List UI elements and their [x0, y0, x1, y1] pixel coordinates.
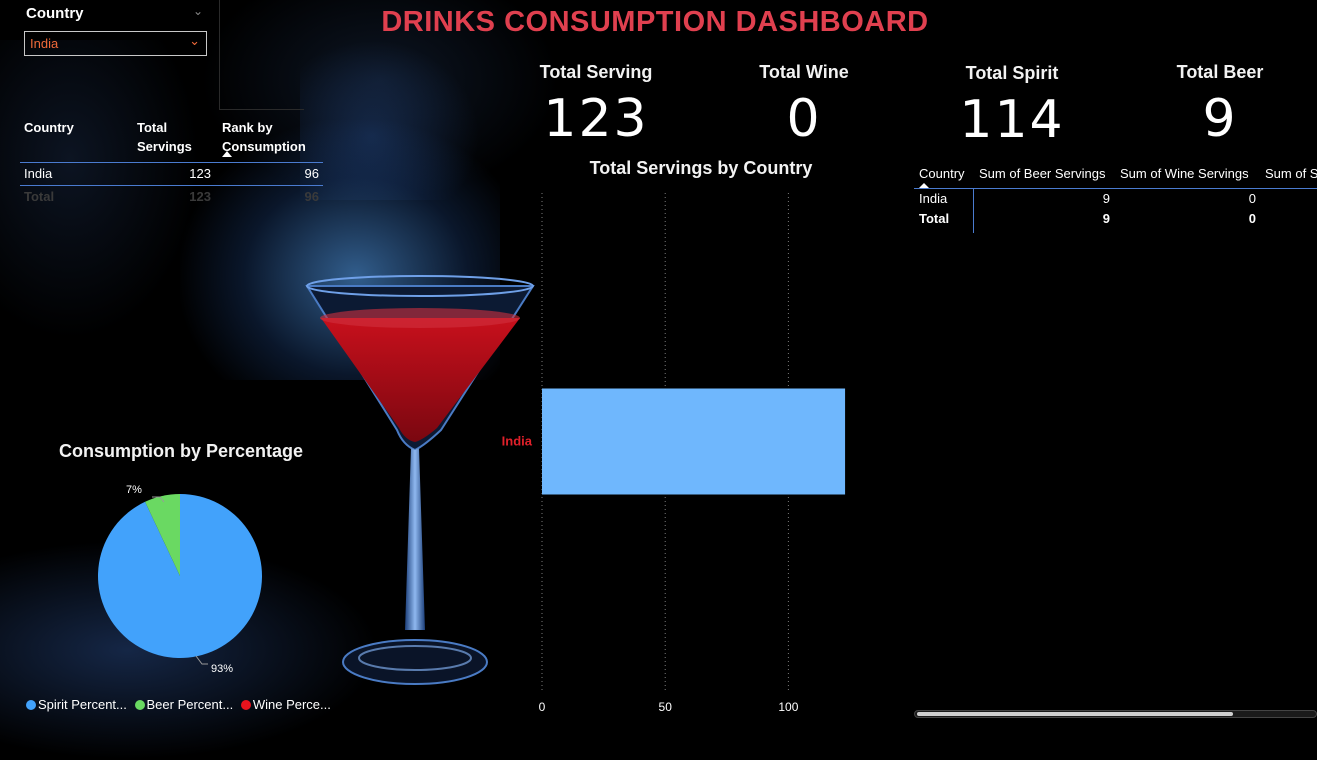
cell-total-servings: 123 — [189, 189, 211, 204]
cell-rank: 96 — [304, 166, 319, 181]
servings-matrix-table: Country Sum of Beer Servings Sum of Wine… — [914, 163, 1317, 243]
bar-chart: 0 50 100 India — [502, 193, 846, 714]
cell-beer: 9 — [1102, 191, 1110, 206]
legend-label: Wine Perce... — [252, 697, 331, 712]
x-tick-label: 100 — [778, 700, 798, 714]
column-header-rank[interactable]: Rank by Consumption — [222, 118, 322, 156]
kpi-total-wine: Total Wine 0 — [728, 62, 880, 149]
leader-line — [195, 655, 208, 665]
kpi-value: 114 — [959, 90, 1065, 150]
column-header-beer[interactable]: Sum of Beer Servings — [979, 166, 1105, 181]
pie-chart-title: Consumption by Percentage — [58, 441, 304, 461]
bar-chart-title: Total Servings by Country — [589, 158, 813, 178]
x-tick-label: 50 — [659, 700, 673, 714]
kpi-value: 9 — [1202, 89, 1238, 149]
column-header-country[interactable]: Country — [919, 166, 965, 181]
table-row[interactable]: India 9 0 — [914, 189, 1317, 209]
sort-ascending-icon[interactable] — [919, 183, 929, 188]
y-category-label: India — [502, 434, 533, 449]
table-row[interactable]: India 123 96 — [20, 163, 323, 186]
kpi-total-serving: Total Serving 123 — [520, 62, 672, 149]
kpi-value: 0 — [786, 89, 822, 149]
smoke-decoration — [300, 40, 480, 200]
column-header-spirit[interactable]: Sum of S — [1265, 166, 1317, 181]
bar[interactable] — [542, 388, 846, 495]
table-total-row: Total 9 0 — [914, 209, 1317, 229]
visual-border — [219, 109, 304, 110]
cell-wine: 0 — [1248, 191, 1256, 206]
legend-label: Beer Percent... — [146, 697, 234, 712]
cell-total-beer: 9 — [1102, 211, 1110, 226]
table-total-row: Total 123 96 — [20, 186, 323, 208]
kpi-total-spirit: Total Spirit 114 — [936, 63, 1088, 150]
x-tick-label: 0 — [539, 700, 546, 714]
sort-ascending-icon[interactable] — [222, 151, 232, 157]
pie-chart: 7% 93% — [97, 484, 262, 675]
chevron-down-icon: ⌄ — [189, 34, 200, 49]
legend-item-spirit[interactable]: Spirit Percent... — [26, 697, 127, 712]
cell-country: India — [24, 166, 53, 181]
legend-item-wine[interactable]: Wine Perce... — [240, 697, 331, 712]
kpi-label: Total Wine — [759, 62, 849, 82]
legend-dot — [134, 700, 145, 710]
country-dropdown-value: India — [30, 36, 59, 51]
legend-dot — [240, 700, 251, 710]
scrollbar-thumb[interactable] — [917, 712, 1233, 716]
cell-total-label: Total — [919, 211, 950, 226]
visual-border — [219, 0, 220, 110]
pie-data-label: 93% — [211, 663, 233, 675]
rank-table: Country Total Servings Rank by Consumpti… — [20, 118, 323, 208]
table-header: Country Total Servings Rank by Consumpti… — [20, 118, 323, 163]
cell-total-rank: 96 — [304, 189, 319, 204]
cell-total-wine: 0 — [1248, 211, 1256, 226]
kpi-label: Total Spirit — [965, 63, 1059, 83]
cell-country: India — [919, 191, 948, 206]
column-header-wine[interactable]: Sum of Wine Servings — [1120, 166, 1249, 181]
slicer-header: Country — [26, 5, 84, 22]
dashboard-title: DRINKS CONSUMPTION DASHBOARD — [381, 6, 929, 38]
cell-total-label: Total — [24, 189, 55, 204]
kpi-value: 123 — [543, 89, 649, 149]
column-header-total-servings[interactable]: Total Servings — [137, 118, 207, 156]
legend-item-beer[interactable]: Beer Percent... — [134, 697, 234, 712]
legend-dot — [26, 700, 36, 710]
chevron-down-icon[interactable]: ⌄ — [193, 4, 203, 18]
legend-label: Spirit Percent... — [38, 697, 127, 712]
kpi-label: Total Beer — [1176, 62, 1264, 82]
horizontal-scrollbar[interactable] — [914, 710, 1317, 718]
kpi-total-beer: Total Beer 9 — [1144, 62, 1296, 149]
pie-data-label: 7% — [126, 484, 142, 496]
column-divider — [973, 189, 974, 233]
country-dropdown[interactable]: India ⌄ — [24, 31, 207, 56]
pie-legend: Spirit Percent... Beer Percent... Wine P… — [26, 697, 335, 712]
kpi-label: Total Serving — [539, 62, 653, 82]
column-header-country[interactable]: Country — [24, 118, 134, 137]
cell-total-servings: 123 — [189, 166, 211, 181]
table-header: Country Sum of Beer Servings Sum of Wine… — [914, 163, 1317, 189]
